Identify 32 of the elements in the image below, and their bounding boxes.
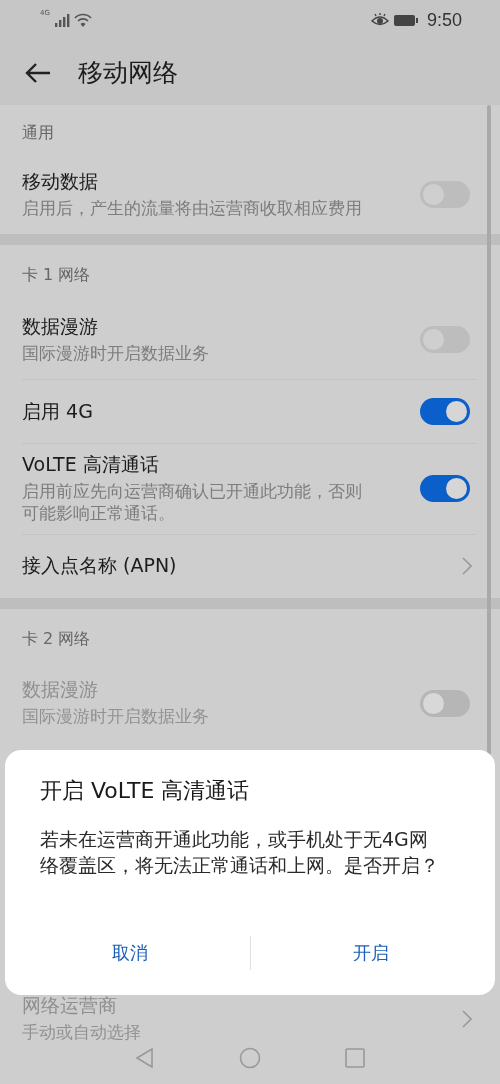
- dialog-button[interactable]: 开启: [251, 931, 491, 975]
- setting-description: 启用后，产生的流量将由运营商收取相应费用: [22, 197, 362, 220]
- section-label: 通用: [22, 121, 55, 144]
- recents-icon[interactable]: [344, 1047, 366, 1069]
- setting-title: 接入点名称 (APN): [22, 553, 177, 579]
- setting-title: VoLTE 高清通话: [22, 452, 160, 477]
- section-label: 卡 1 网络: [22, 264, 92, 286]
- dialog-button[interactable]: 取消: [10, 931, 250, 975]
- setting-title: 数据漫游: [22, 677, 99, 703]
- back-icon[interactable]: [24, 60, 52, 85]
- setting-title: 网络运营商: [22, 993, 118, 1019]
- setting-description: 国际漫游时开启数据业务: [22, 706, 209, 729]
- setting-title: 数据漫游: [22, 313, 99, 339]
- setting-description: 手动或自动选择: [22, 1022, 141, 1045]
- setting-title: 启用 4G: [22, 398, 93, 424]
- wifi-icon: [73, 13, 92, 27]
- toggle-switch[interactable]: [420, 475, 470, 503]
- setting-title: 移动数据: [22, 168, 99, 194]
- dialog-message: 若未在运营商开通此功能，或手机处于无4G网络覆盖区，将无法正常通话和上网。是否开启？: [40, 827, 440, 878]
- battery-icon: [392, 13, 419, 27]
- screen-title: 移动网络: [78, 57, 178, 89]
- clock-time: 9:50: [426, 9, 462, 31]
- chevron-right-icon: [462, 557, 472, 576]
- eye-icon: [370, 13, 389, 27]
- setting-description: 国际漫游时开启数据业务: [22, 342, 209, 365]
- toggle-switch[interactable]: [420, 398, 470, 425]
- chevron-right-icon: [462, 1010, 472, 1029]
- home-icon[interactable]: [239, 1047, 261, 1069]
- setting-description: 启用前应先向运营商确认已开通此功能，否则可能影响正常通话。: [22, 481, 363, 526]
- section-label: 卡 2 网络: [22, 627, 92, 650]
- signal-icon: [53, 13, 70, 27]
- dialog-title: 开启 VoLTE 高清通话: [40, 777, 251, 805]
